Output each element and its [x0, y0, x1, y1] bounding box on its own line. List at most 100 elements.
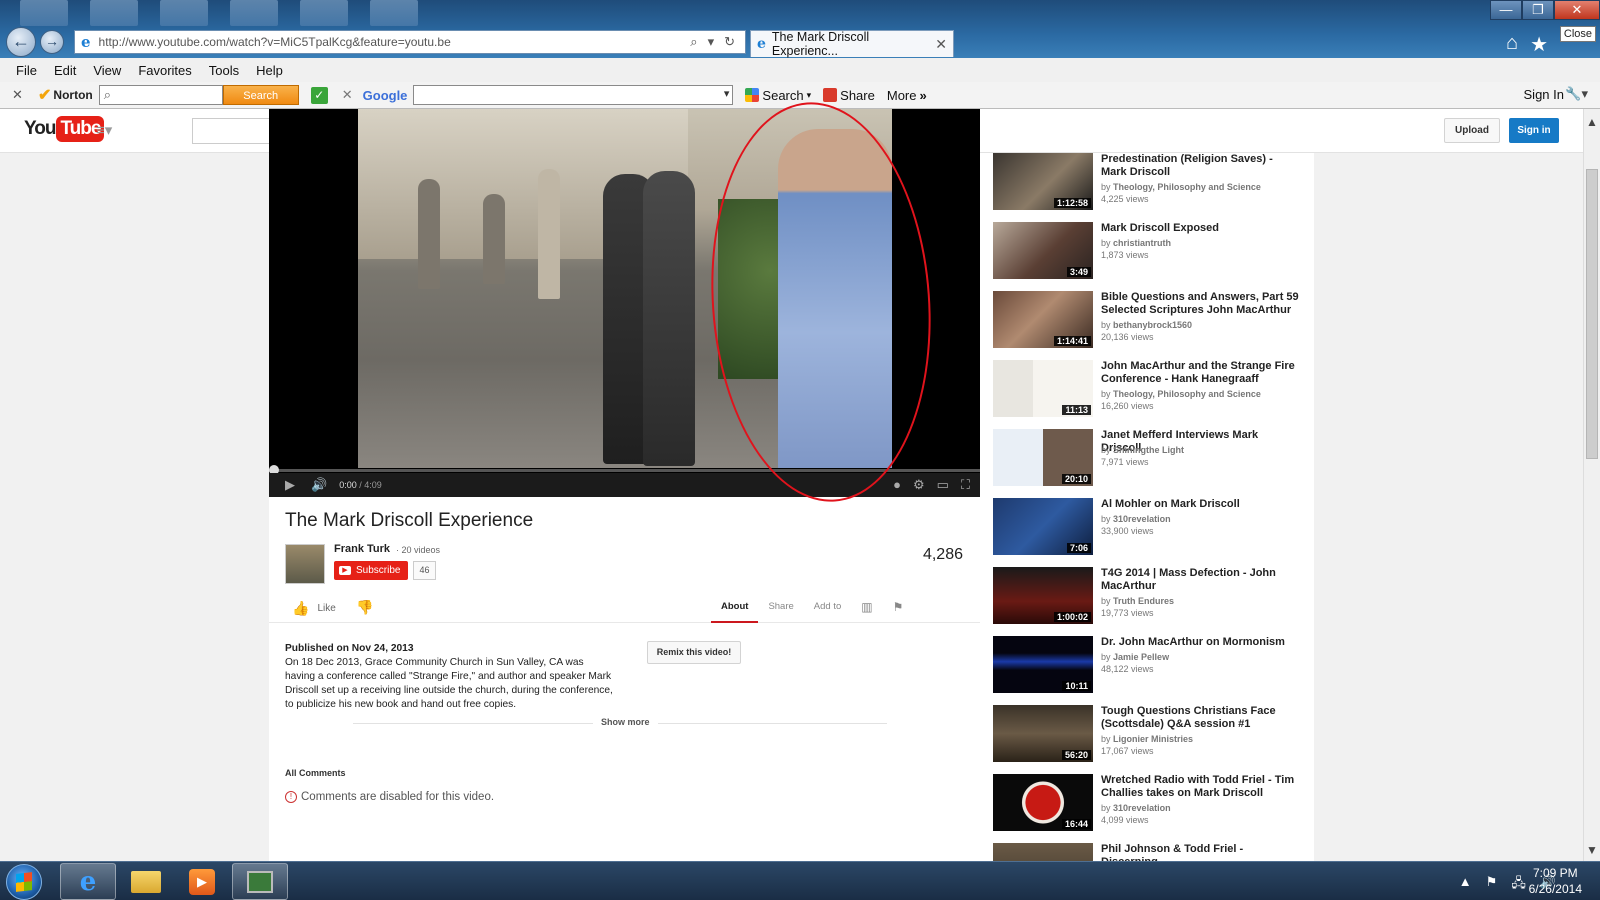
related-item[interactable]: 11:13 John MacArthur and the Strange Fir…: [993, 360, 1303, 418]
related-item[interactable]: 56:20 Tough Questions Christians Face (S…: [993, 705, 1303, 763]
taskbar-media-player[interactable]: ▶: [174, 863, 230, 900]
related-channel[interactable]: christiantruth: [1113, 238, 1171, 248]
wrench-icon[interactable]: 🔧▾: [1565, 86, 1588, 102]
menu-favorites[interactable]: Favorites: [138, 63, 191, 78]
related-thumbnail[interactable]: 7:06: [993, 498, 1093, 555]
google-search-input[interactable]: [413, 85, 734, 105]
start-button[interactable]: [6, 864, 42, 900]
taskbar-snipping-tool[interactable]: [232, 863, 288, 900]
related-title[interactable]: Al Mohler on Mark Driscoll: [1101, 498, 1301, 511]
like-button[interactable]: 👍 Like: [292, 600, 336, 617]
related-title[interactable]: Predestination (Religion Saves) - Mark D…: [1101, 153, 1301, 179]
settings-gear-icon[interactable]: ⚙: [913, 477, 925, 493]
google-search-button[interactable]: Search ▾: [745, 88, 811, 103]
related-channel[interactable]: Jamie Pellew: [1113, 652, 1169, 662]
remix-button[interactable]: Remix this video!: [647, 641, 741, 664]
annotations-icon[interactable]: ●: [893, 477, 901, 493]
related-thumbnail[interactable]: 3:49: [993, 222, 1093, 279]
upload-button[interactable]: Upload: [1444, 118, 1500, 143]
show-hidden-icons[interactable]: ▲: [1459, 874, 1472, 896]
address-bar[interactable]: e http://www.youtube.com/watch?v=MiC5Tpa…: [74, 30, 746, 54]
close-toolbar-icon[interactable]: ✕: [12, 87, 30, 103]
scroll-down-icon[interactable]: ▼: [1586, 843, 1598, 857]
related-title[interactable]: Phil Johnson & Todd Friel - Discerning: [1101, 843, 1301, 861]
taskbar-ie[interactable]: e: [60, 863, 116, 900]
close-google-toolbar-icon[interactable]: ✕: [342, 87, 353, 103]
more-button[interactable]: More»: [887, 88, 927, 103]
clock[interactable]: 7:09 PM 6/26/2014: [1529, 865, 1582, 897]
related-item[interactable]: 1:00:02 T4G 2014 | Mass Defection - John…: [993, 567, 1303, 625]
home-icon[interactable]: ⌂: [1506, 32, 1518, 57]
related-item[interactable]: 1:14:41 Bible Questions and Answers, Par…: [993, 291, 1303, 349]
related-item[interactable]: Phil Johnson & Todd Friel - Discerning: [993, 843, 1303, 861]
related-title[interactable]: Mark Driscoll Exposed: [1101, 222, 1301, 235]
sign-in-button[interactable]: Sign in: [1509, 118, 1559, 143]
menu-edit[interactable]: Edit: [54, 63, 76, 78]
related-item[interactable]: 3:49 Mark Driscoll Exposed by christiant…: [993, 222, 1303, 280]
subscribe-button[interactable]: ▶ Subscribe: [334, 561, 408, 580]
norton-search-button[interactable]: Search: [222, 85, 299, 105]
related-thumbnail[interactable]: 10:11: [993, 636, 1093, 693]
related-channel[interactable]: Ligonier Ministries: [1113, 734, 1193, 744]
related-channel[interactable]: Shiningthe Light: [1113, 445, 1184, 455]
forward-button[interactable]: →: [40, 30, 64, 54]
related-item[interactable]: 16:44 Wretched Radio with Todd Friel - T…: [993, 774, 1303, 832]
toolbar-sign-in[interactable]: Sign In: [1524, 87, 1564, 102]
minimize-button[interactable]: —: [1490, 0, 1522, 20]
uploader-avatar[interactable]: [285, 544, 325, 584]
flag-icon[interactable]: ⚑: [883, 593, 914, 623]
related-item[interactable]: 1:12:58 Predestination (Religion Saves) …: [993, 153, 1303, 211]
related-channel[interactable]: bethanybrock1560: [1113, 320, 1192, 330]
related-title[interactable]: Bible Questions and Answers, Part 59 Sel…: [1101, 291, 1301, 317]
tab-add-to[interactable]: Add to: [804, 593, 851, 623]
related-item[interactable]: 20:10 Janet Mefferd Interviews Mark Dris…: [993, 429, 1303, 487]
fullscreen-icon[interactable]: ⛶: [961, 477, 970, 493]
share-button[interactable]: Share: [823, 88, 875, 103]
related-title[interactable]: Dr. John MacArthur on Mormonism: [1101, 636, 1301, 649]
related-title[interactable]: Wretched Radio with Todd Friel - Tim Cha…: [1101, 774, 1301, 800]
youtube-logo[interactable]: You Tube: [24, 116, 105, 142]
play-icon[interactable]: ▶: [285, 477, 295, 493]
search-icon[interactable]: ⌕: [690, 34, 697, 50]
address-url[interactable]: http://www.youtube.com/watch?v=MiC5TpalK…: [99, 35, 691, 49]
volume-icon[interactable]: 🔊: [311, 477, 327, 493]
related-channel[interactable]: 310revelation: [1113, 803, 1171, 813]
thumbs-down-icon[interactable]: 👎: [356, 599, 373, 616]
progress-bar[interactable]: [269, 465, 980, 475]
restore-button[interactable]: ❐: [1522, 0, 1554, 20]
related-thumbnail[interactable]: [993, 843, 1093, 861]
scrollbar-thumb[interactable]: [1586, 169, 1598, 459]
guide-menu-icon[interactable]: ≡▾: [96, 121, 112, 139]
related-thumbnail[interactable]: 1:00:02: [993, 567, 1093, 624]
favorites-star-icon[interactable]: ★: [1530, 32, 1548, 57]
related-thumbnail[interactable]: 11:13: [993, 360, 1093, 417]
taskbar-explorer[interactable]: [118, 863, 174, 900]
browser-tab[interactable]: e The Mark Driscoll Experienc... ✕: [750, 30, 954, 58]
menu-tools[interactable]: Tools: [209, 63, 239, 78]
show-more-button[interactable]: Show more: [593, 717, 658, 727]
action-center-flag-icon[interactable]: ⚑: [1486, 874, 1498, 896]
back-button[interactable]: ←: [6, 27, 36, 57]
related-thumbnail[interactable]: 20:10: [993, 429, 1093, 486]
menu-file[interactable]: File: [16, 63, 37, 78]
related-thumbnail[interactable]: 1:14:41: [993, 291, 1093, 348]
related-thumbnail[interactable]: 56:20: [993, 705, 1093, 762]
related-title[interactable]: Tough Questions Christians Face (Scottsd…: [1101, 705, 1301, 731]
theater-mode-icon[interactable]: ▭: [937, 477, 949, 493]
dropdown-icon[interactable]: ▾: [708, 34, 715, 50]
related-title[interactable]: T4G 2014 | Mass Defection - John MacArth…: [1101, 567, 1301, 593]
uploader-name[interactable]: Frank Turk: [334, 543, 390, 555]
video-player[interactable]: ▶ 🔊 0:00 / 4:09 ● ⚙ ▭ ⛶: [269, 109, 980, 497]
norton-search-input[interactable]: ⌕: [98, 85, 223, 105]
close-button[interactable]: ✕: [1554, 0, 1600, 20]
safe-web-icon[interactable]: ✓: [310, 86, 328, 104]
related-channel[interactable]: Truth Endures: [1113, 596, 1174, 606]
menu-view[interactable]: View: [93, 63, 121, 78]
related-item[interactable]: 7:06 Al Mohler on Mark Driscoll by 310re…: [993, 498, 1303, 556]
tab-about[interactable]: About: [711, 593, 759, 623]
related-title[interactable]: John MacArthur and the Strange Fire Conf…: [1101, 360, 1301, 386]
related-channel[interactable]: 310revelation: [1113, 514, 1171, 524]
youtube-search-input[interactable]: [192, 118, 272, 144]
related-channel[interactable]: Theology, Philosophy and Science: [1113, 182, 1261, 192]
tab-share[interactable]: Share: [758, 593, 803, 623]
